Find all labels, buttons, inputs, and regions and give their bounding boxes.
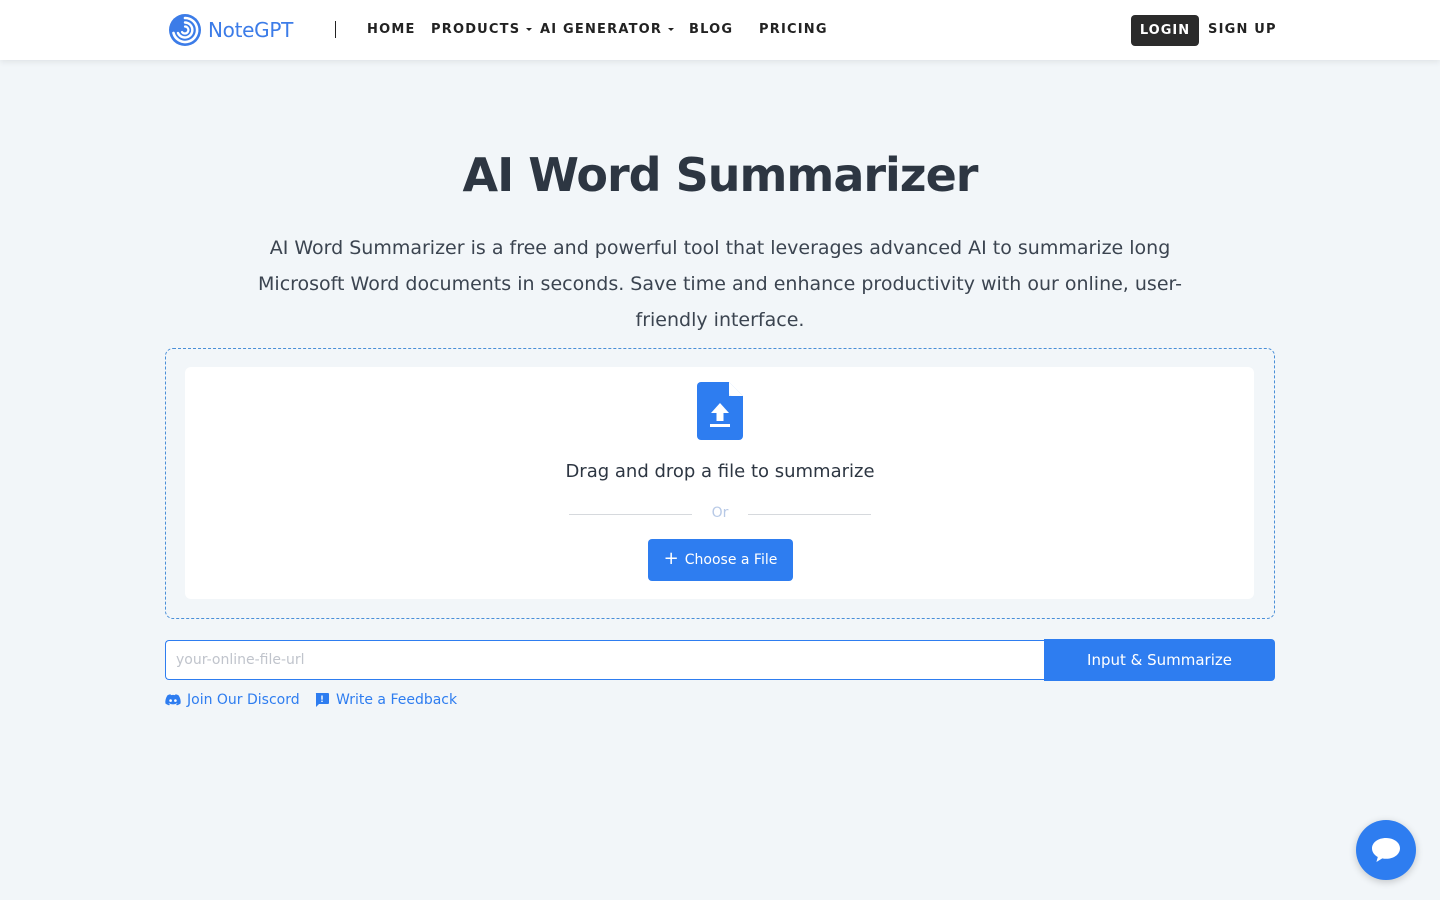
plus-icon: + — [663, 548, 679, 569]
join-discord-link[interactable]: Join Our Discord — [165, 690, 300, 710]
brand-name: NoteGPT — [208, 18, 294, 42]
choose-file-label: Choose a File — [684, 552, 778, 568]
join-discord-label: Join Our Discord — [187, 692, 300, 708]
nav-pricing-label: PRICING — [759, 22, 828, 37]
write-feedback-link[interactable]: Write a Feedback — [314, 690, 457, 710]
file-upload-icon — [697, 382, 743, 440]
input-summarize-button[interactable]: Input & Summarize — [1044, 639, 1275, 681]
nav-home[interactable]: HOME — [367, 22, 416, 37]
chat-launcher-button[interactable] — [1356, 820, 1416, 880]
page-title: AI Word Summarizer — [462, 148, 979, 202]
drag-drop-text: Drag and drop a file to summarize — [565, 461, 875, 482]
chat-bubble-icon — [1372, 838, 1400, 862]
site-header: NoteGPT HOME PRODUCTS AI GENERATOR BLOG … — [0, 0, 1440, 60]
write-feedback-label: Write a Feedback — [336, 692, 458, 708]
choose-file-button[interactable]: + Choose a File — [648, 539, 793, 581]
nav-products-label: PRODUCTS — [431, 22, 521, 37]
nav-pricing[interactable]: PRICING — [759, 22, 828, 37]
page-subtitle: AI Word Summarizer is a free and powerfu… — [258, 237, 1182, 331]
nav-ai-generator-label: AI GENERATOR — [540, 22, 663, 37]
nav-blog[interactable]: BLOG — [689, 22, 733, 37]
caret-down-icon — [668, 28, 675, 31]
login-button[interactable]: LOGIN — [1131, 15, 1199, 46]
or-divider-right — [748, 514, 871, 515]
feedback-icon — [315, 693, 329, 707]
brand-logo[interactable]: NoteGPT — [168, 13, 293, 47]
nav-blog-label: BLOG — [689, 22, 734, 37]
or-divider-left — [569, 514, 692, 515]
nav-ai-generator[interactable]: AI GENERATOR — [540, 22, 675, 37]
nav-home-label: HOME — [367, 22, 416, 37]
file-url-input[interactable] — [165, 640, 1044, 680]
discord-icon — [165, 694, 181, 706]
nav-products[interactable]: PRODUCTS — [431, 22, 533, 37]
signup-button[interactable]: SIGN UP — [1208, 22, 1277, 37]
swirl-logo-icon — [169, 14, 201, 46]
nav-divider — [335, 21, 336, 38]
or-text: Or — [711, 505, 729, 521]
caret-down-icon — [526, 28, 533, 31]
